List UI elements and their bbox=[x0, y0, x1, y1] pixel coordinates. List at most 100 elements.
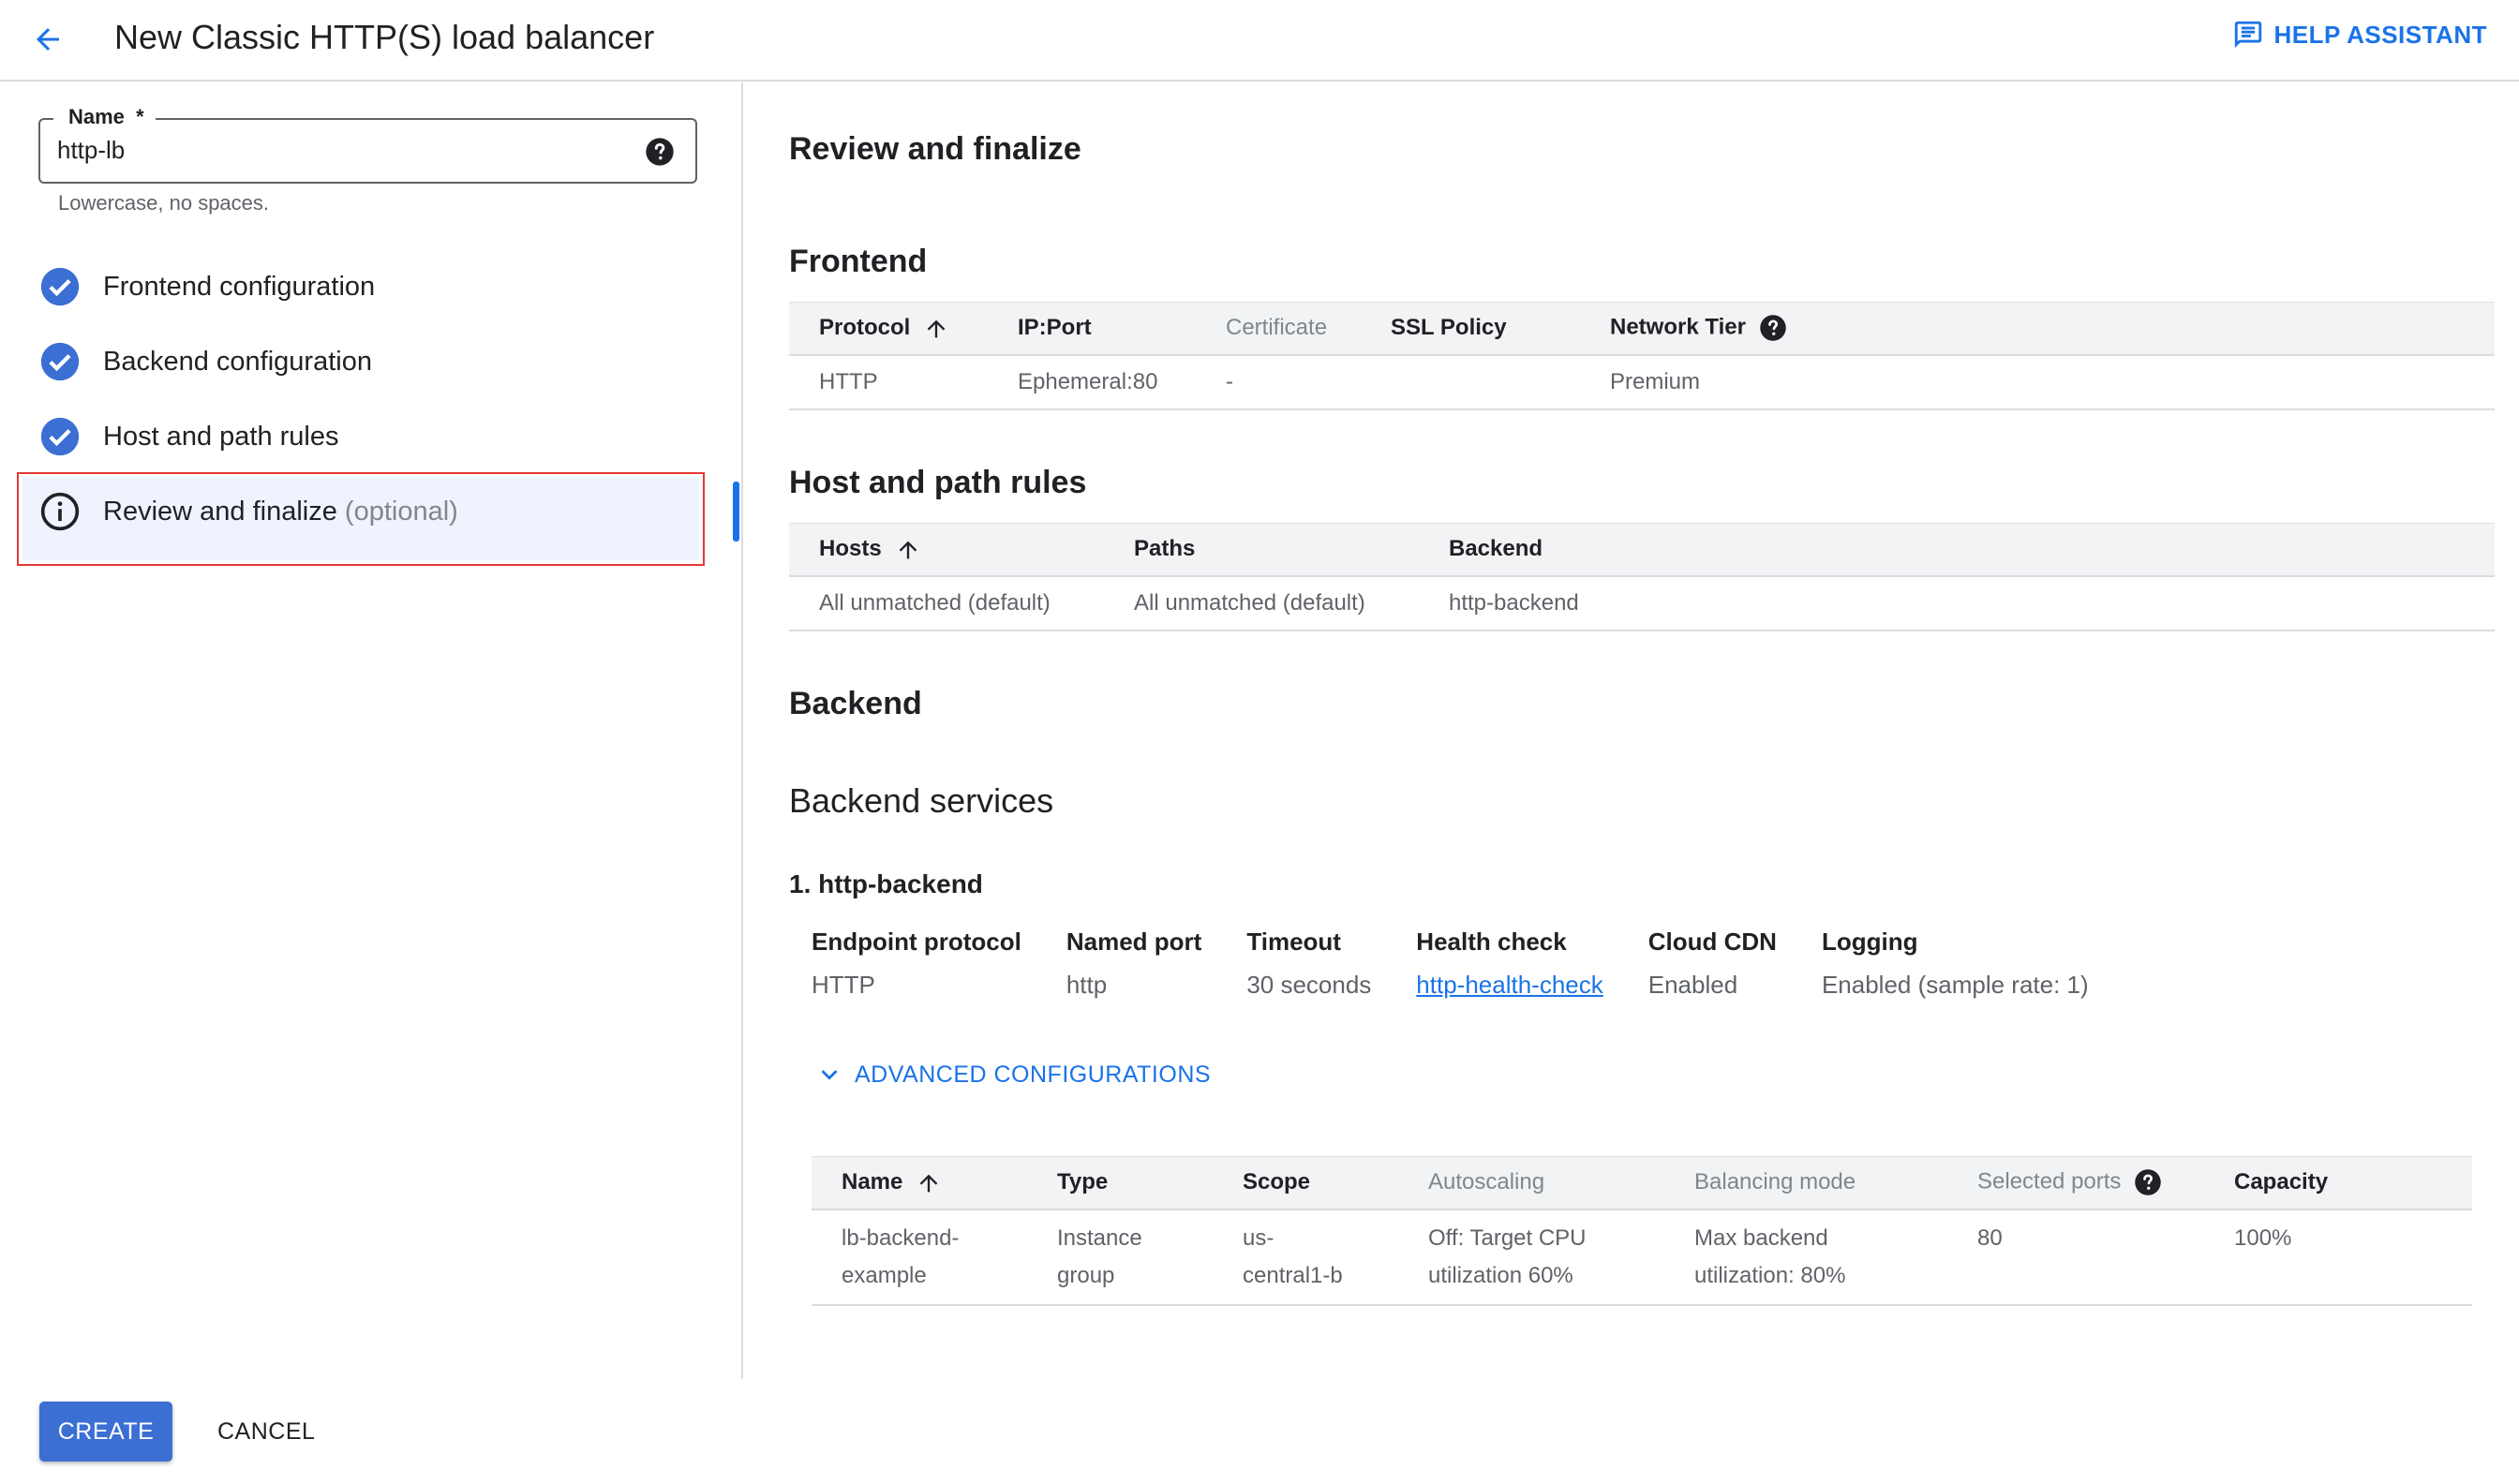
column-header-backend: Backend bbox=[1419, 523, 2495, 577]
cell-hosts: All unmatched (default) bbox=[789, 575, 1104, 631]
prop-named-port: Named port http bbox=[1066, 926, 1201, 1001]
column-header-paths: Paths bbox=[1104, 523, 1419, 577]
help-icon[interactable] bbox=[2134, 1168, 2162, 1196]
top-bar: New Classic HTTP(S) load balancer HELP A… bbox=[0, 0, 2519, 82]
cell-protocol: HTTP bbox=[789, 354, 988, 410]
cell-type: Instance group bbox=[1027, 1209, 1213, 1306]
step-host-and-path-rules[interactable]: Host and path rules bbox=[39, 416, 338, 457]
host-path-table: Hosts Paths Backend All unmatched (defau… bbox=[789, 523, 2495, 631]
table-row: HTTP Ephemeral:80 - Premium bbox=[789, 354, 2495, 410]
create-button[interactable]: CREATE bbox=[39, 1402, 172, 1462]
cancel-button[interactable]: CANCEL bbox=[201, 1402, 332, 1462]
step-label: Frontend configuration bbox=[103, 271, 376, 302]
cell-name: lb-backend-example bbox=[812, 1209, 1027, 1306]
table-header-row: Name Type Scope Autoscaling Balancing mo… bbox=[812, 1156, 2472, 1210]
back-arrow-icon[interactable] bbox=[25, 17, 70, 62]
page-title: New Classic HTTP(S) load balancer bbox=[114, 18, 655, 56]
check-circle-icon bbox=[40, 417, 80, 456]
column-header-network-tier: Network Tier bbox=[1580, 302, 2495, 356]
backend-service-title: 1. http-backend bbox=[789, 869, 983, 898]
help-icon[interactable] bbox=[1759, 314, 1787, 342]
check-circle-icon bbox=[40, 267, 80, 306]
name-field-label: Name * bbox=[53, 105, 156, 129]
advanced-configurations-toggle[interactable]: ADVANCED CONFIGURATIONS bbox=[813, 1059, 1211, 1091]
help-assistant-button[interactable]: HELP ASSISTANT bbox=[2232, 19, 2487, 51]
name-field[interactable]: Name * http-lb bbox=[38, 105, 697, 184]
step-label: Backend configuration bbox=[103, 346, 372, 377]
frontend-table: Protocol IP:Port Certificate SSL Policy … bbox=[789, 302, 2495, 410]
review-title: Review and finalize bbox=[789, 131, 1081, 167]
cell-certificate: - bbox=[1196, 354, 1361, 410]
column-header-balancing-mode: Balancing mode bbox=[1664, 1156, 1947, 1210]
column-header-selected-ports: Selected ports bbox=[1947, 1156, 2204, 1210]
column-header-name[interactable]: Name bbox=[812, 1156, 1027, 1210]
column-header-ssl-policy: SSL Policy bbox=[1361, 302, 1580, 356]
column-header-scope: Scope bbox=[1213, 1156, 1398, 1210]
prop-value: 30 seconds bbox=[1246, 971, 1372, 999]
help-icon[interactable] bbox=[645, 137, 675, 167]
optional-label: (optional) bbox=[344, 496, 458, 527]
column-header-certificate: Certificate bbox=[1196, 302, 1361, 356]
frontend-title: Frontend bbox=[789, 244, 928, 279]
table-row: All unmatched (default) All unmatched (d… bbox=[789, 575, 2495, 631]
table-header-row: Hosts Paths Backend bbox=[789, 523, 2495, 577]
cell-paths: All unmatched (default) bbox=[1104, 575, 1419, 631]
prop-logging: Logging Enabled (sample rate: 1) bbox=[1822, 926, 2089, 1001]
chevron-down-icon bbox=[821, 1070, 838, 1080]
prop-key: Named port bbox=[1066, 928, 1202, 956]
prop-timeout: Timeout 30 seconds bbox=[1246, 926, 1371, 1001]
prop-key: Health check bbox=[1416, 928, 1567, 956]
prop-health-check: Health check http-health-check bbox=[1416, 926, 1602, 1001]
column-header-capacity: Capacity bbox=[2204, 1156, 2472, 1210]
step-backend-configuration[interactable]: Backend configuration bbox=[39, 341, 372, 382]
column-header-autoscaling: Autoscaling bbox=[1398, 1156, 1664, 1210]
prop-key: Logging bbox=[1821, 928, 1918, 956]
prop-key: Endpoint protocol bbox=[812, 928, 1021, 956]
table-row: lb-backend-example Instance group us-cent… bbox=[812, 1209, 2472, 1306]
arrow-up-icon bbox=[928, 319, 946, 337]
cell-capacity: 100% bbox=[2204, 1209, 2472, 1306]
cell-selected-ports: 80 bbox=[1947, 1209, 2204, 1306]
step-review-and-finalize[interactable]: Review and finalize (optional) bbox=[39, 491, 458, 532]
arrow-up-icon bbox=[920, 1174, 938, 1192]
prop-value: Enabled (sample rate: 1) bbox=[1821, 971, 2089, 999]
cell-scope: us-central1-b bbox=[1213, 1209, 1398, 1306]
column-header-protocol[interactable]: Protocol bbox=[789, 302, 988, 356]
health-check-link[interactable]: http-health-check bbox=[1416, 969, 1602, 1001]
info-icon bbox=[40, 492, 80, 531]
step-label: Review and finalize (optional) bbox=[103, 496, 458, 527]
step-frontend-configuration[interactable]: Frontend configuration bbox=[39, 266, 375, 307]
step-label: Host and path rules bbox=[103, 421, 339, 452]
prop-endpoint-protocol: Endpoint protocol HTTP bbox=[812, 926, 1021, 1001]
backend-title: Backend bbox=[789, 686, 922, 721]
check-circle-icon bbox=[40, 342, 80, 381]
cell-network-tier: Premium bbox=[1580, 354, 2495, 410]
prop-value: HTTP bbox=[812, 971, 875, 999]
advanced-configurations-label: ADVANCED CONFIGURATIONS bbox=[855, 1061, 1212, 1088]
help-assistant-label: HELP ASSISTANT bbox=[2273, 20, 2487, 49]
cell-autoscaling: Off: Target CPU utilization 60% bbox=[1398, 1209, 1664, 1306]
cell-balancing-mode: Max backend utilization: 80% bbox=[1664, 1209, 1947, 1306]
feedback-icon bbox=[2235, 21, 2262, 49]
prop-key: Cloud CDN bbox=[1647, 928, 1777, 956]
prop-key: Timeout bbox=[1246, 928, 1341, 956]
active-step-indicator bbox=[733, 482, 739, 542]
cell-ip-port: Ephemeral:80 bbox=[988, 354, 1196, 410]
column-header-ip-port: IP:Port bbox=[988, 302, 1196, 356]
arrow-up-icon bbox=[899, 541, 917, 558]
backend-services-title: Backend services bbox=[789, 781, 1054, 820]
host-path-title: Host and path rules bbox=[789, 465, 1087, 500]
prop-value: Enabled bbox=[1647, 971, 1738, 999]
prop-cloud-cdn: Cloud CDN Enabled bbox=[1648, 926, 1777, 1001]
backend-service-properties: Endpoint protocol HTTP Named port http T… bbox=[812, 926, 2134, 1001]
prop-value: http bbox=[1066, 971, 1108, 999]
name-input[interactable]: http-lb bbox=[57, 133, 125, 167]
column-header-type: Type bbox=[1027, 1156, 1213, 1210]
left-panel: Name * http-lb Lowercase, no spaces. Fro… bbox=[0, 82, 743, 1379]
table-header-row: Protocol IP:Port Certificate SSL Policy … bbox=[789, 302, 2495, 356]
name-field-hint: Lowercase, no spaces. bbox=[58, 191, 270, 215]
cell-ssl-policy bbox=[1361, 354, 1580, 410]
backends-table: Name Type Scope Autoscaling Balancing mo… bbox=[812, 1156, 2472, 1306]
column-header-hosts[interactable]: Hosts bbox=[789, 523, 1104, 577]
cell-backend: http-backend bbox=[1419, 575, 2495, 631]
